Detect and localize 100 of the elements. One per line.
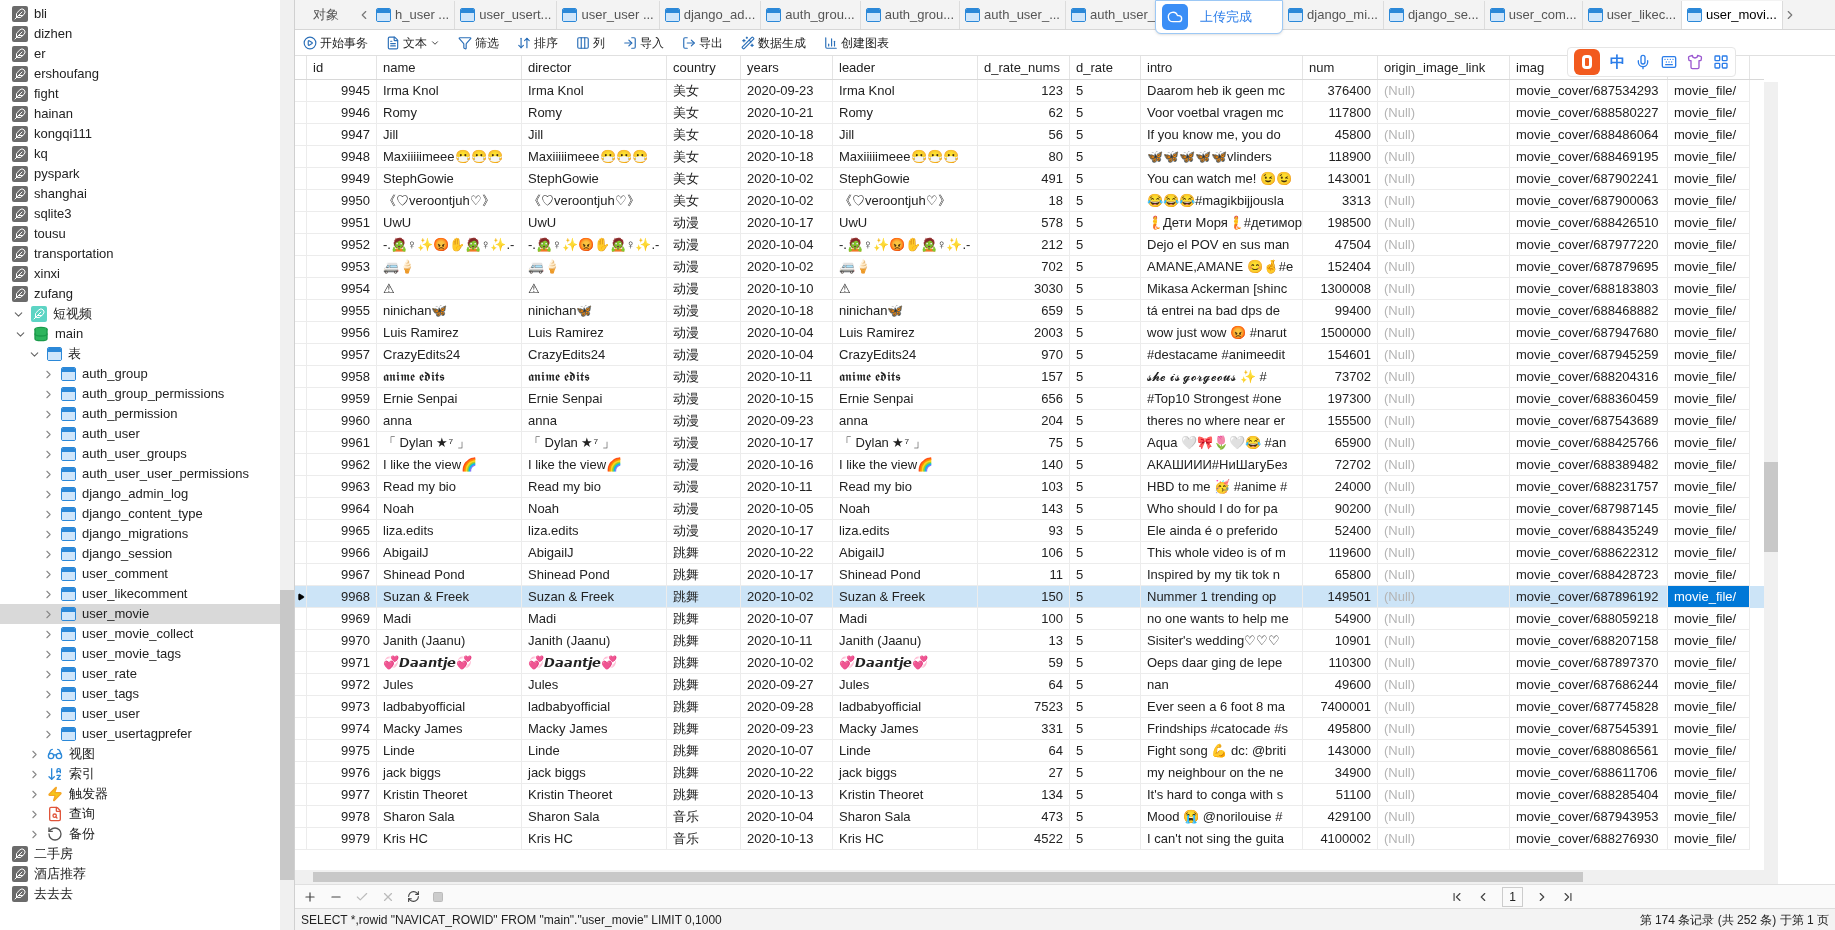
- table-icon: [61, 567, 76, 581]
- column-header[interactable]: d_rate_nums: [978, 56, 1070, 79]
- column-header[interactable]: d_rate: [1070, 56, 1141, 79]
- toolbar-button[interactable]: 列: [574, 31, 607, 54]
- tree-item[interactable]: 表: [0, 344, 280, 364]
- tree-item[interactable]: auth_group: [0, 364, 280, 384]
- tree-item[interactable]: user_usertagprefer: [0, 724, 280, 744]
- tree-item[interactable]: user_movie: [0, 604, 280, 624]
- tree-item[interactable]: django_content_type: [0, 504, 280, 524]
- toolbar-button[interactable]: 数据生成: [739, 31, 808, 54]
- toast-text: 上传完成: [1200, 8, 1253, 27]
- table-icon: [766, 8, 782, 22]
- grid-icon[interactable]: [1713, 54, 1729, 70]
- column-header[interactable]: num: [1303, 56, 1378, 79]
- tree-item[interactable]: django_admin_log: [0, 484, 280, 504]
- tree-item[interactable]: user_movie_tags: [0, 644, 280, 664]
- page-number[interactable]: 1: [1502, 886, 1523, 907]
- tree-item[interactable]: auth_group_permissions: [0, 384, 280, 404]
- toolbar-button[interactable]: 导出: [680, 31, 725, 54]
- tab[interactable]: django_se...: [1383, 1, 1485, 29]
- column-header[interactable]: id: [307, 56, 377, 79]
- tree-item[interactable]: 酒店推荐: [0, 864, 280, 884]
- table-icon: [61, 427, 76, 441]
- add-icon[interactable]: [303, 889, 317, 904]
- tab[interactable]: auth_grou...: [761, 1, 861, 29]
- tree-item[interactable]: bli: [0, 4, 280, 24]
- tab[interactable]: 对象: [295, 0, 357, 29]
- tree-item[interactable]: ershoufang: [0, 64, 280, 84]
- sogou-logo-icon[interactable]: [1574, 49, 1600, 75]
- tree-item[interactable]: user_likecomment: [0, 584, 280, 604]
- tree-item[interactable]: tousu: [0, 224, 280, 244]
- toolbar-button[interactable]: 排序: [515, 31, 560, 54]
- column-header[interactable]: intro: [1141, 56, 1303, 79]
- tree-item[interactable]: auth_user: [0, 424, 280, 444]
- column-header[interactable]: years: [741, 56, 833, 79]
- feather-icon: [12, 846, 28, 862]
- tree-item[interactable]: 去去去: [0, 884, 280, 904]
- column-header[interactable]: country: [667, 56, 741, 79]
- tab[interactable]: user_usert...: [455, 1, 558, 29]
- toolbar-button[interactable]: 文本: [384, 31, 442, 54]
- feather-icon: [12, 46, 28, 62]
- table-cell: (Null): [1378, 828, 1510, 850]
- tree-item[interactable]: 二手房: [0, 844, 280, 864]
- tab[interactable]: django_mi...: [1283, 1, 1384, 29]
- tree-item[interactable]: kongqi111: [0, 124, 280, 144]
- table-icon: [61, 467, 76, 481]
- tab[interactable]: user_movi...: [1682, 1, 1783, 29]
- table-row[interactable]: 9968 Suzan & Freek Suzan & Freek 跳舞 2020-10-02 Suzan & Freek 150 5 Nummer 1 trending op 149501 (Null) movie_cover/687896192 movie_file/: [295, 586, 1764, 608]
- column-header[interactable]: name: [377, 56, 522, 79]
- column-header[interactable]: origin_image_link: [1378, 56, 1510, 79]
- table-cell: 5: [1070, 828, 1141, 850]
- tab[interactable]: auth_grou...: [860, 1, 961, 29]
- tree-item[interactable]: xinxi: [0, 264, 280, 284]
- tab[interactable]: user_com...: [1484, 1, 1583, 29]
- column-header[interactable]: leader: [833, 56, 978, 79]
- tree-item[interactable]: dizhen: [0, 24, 280, 44]
- tree-item[interactable]: shanghai: [0, 184, 280, 204]
- horizontal-scrollbar[interactable]: [295, 870, 1764, 884]
- tree-item[interactable]: sqlite3: [0, 204, 280, 224]
- microphone-icon[interactable]: [1635, 54, 1651, 70]
- tree-item[interactable]: zufang: [0, 284, 280, 304]
- tab[interactable]: user_user ...: [557, 1, 660, 29]
- refresh-icon[interactable]: [407, 890, 420, 903]
- tree-item[interactable]: django_session: [0, 544, 280, 564]
- stop-icon[interactable]: [432, 890, 444, 903]
- toolbar-button[interactable]: 导入: [621, 31, 666, 54]
- tree-item[interactable]: 短视频: [0, 304, 280, 324]
- tree-item[interactable]: django_migrations: [0, 524, 280, 544]
- column-header[interactable]: director: [522, 56, 667, 79]
- shirt-icon[interactable]: [1687, 54, 1703, 70]
- tree-item[interactable]: auth_user_user_permissions: [0, 464, 280, 484]
- scrollbar[interactable]: [1764, 82, 1778, 884]
- tree-item[interactable]: 备份: [0, 824, 280, 844]
- tree-item[interactable]: 查询: [0, 804, 280, 824]
- scrollbar[interactable]: [280, 0, 294, 930]
- keyboard-icon[interactable]: [1661, 54, 1677, 70]
- toolbar-button[interactable]: 开始事务: [301, 31, 370, 54]
- tree-item[interactable]: kq: [0, 144, 280, 164]
- tree-item[interactable]: 视图: [0, 744, 280, 764]
- tab[interactable]: django_ad...: [659, 1, 762, 29]
- tree-item[interactable]: user_user: [0, 704, 280, 724]
- table-icon: [61, 727, 76, 741]
- tree-item[interactable]: 索引: [0, 764, 280, 784]
- tree-item[interactable]: 触发器: [0, 784, 280, 804]
- tab[interactable]: auth_user_...: [960, 1, 1066, 29]
- tree-item[interactable]: auth_user_groups: [0, 444, 280, 464]
- tree-item[interactable]: user_rate: [0, 664, 280, 684]
- tree-item[interactable]: user_comment: [0, 564, 280, 584]
- tree-item[interactable]: user_movie_collect: [0, 624, 280, 644]
- tree-item[interactable]: auth_permission: [0, 404, 280, 424]
- tree-item[interactable]: main: [0, 324, 280, 344]
- toolbar-button[interactable]: 创建图表: [822, 31, 891, 54]
- tree-item[interactable]: user_tags: [0, 684, 280, 704]
- tree-item[interactable]: hainan: [0, 104, 280, 124]
- tree-item[interactable]: fight: [0, 84, 280, 104]
- tree-item[interactable]: er: [0, 44, 280, 64]
- tree-item[interactable]: transportation: [0, 244, 280, 264]
- tree-item[interactable]: pyspark: [0, 164, 280, 184]
- toolbar-button[interactable]: 筛选: [456, 31, 501, 54]
- tab[interactable]: h_user ...: [371, 1, 456, 29]
